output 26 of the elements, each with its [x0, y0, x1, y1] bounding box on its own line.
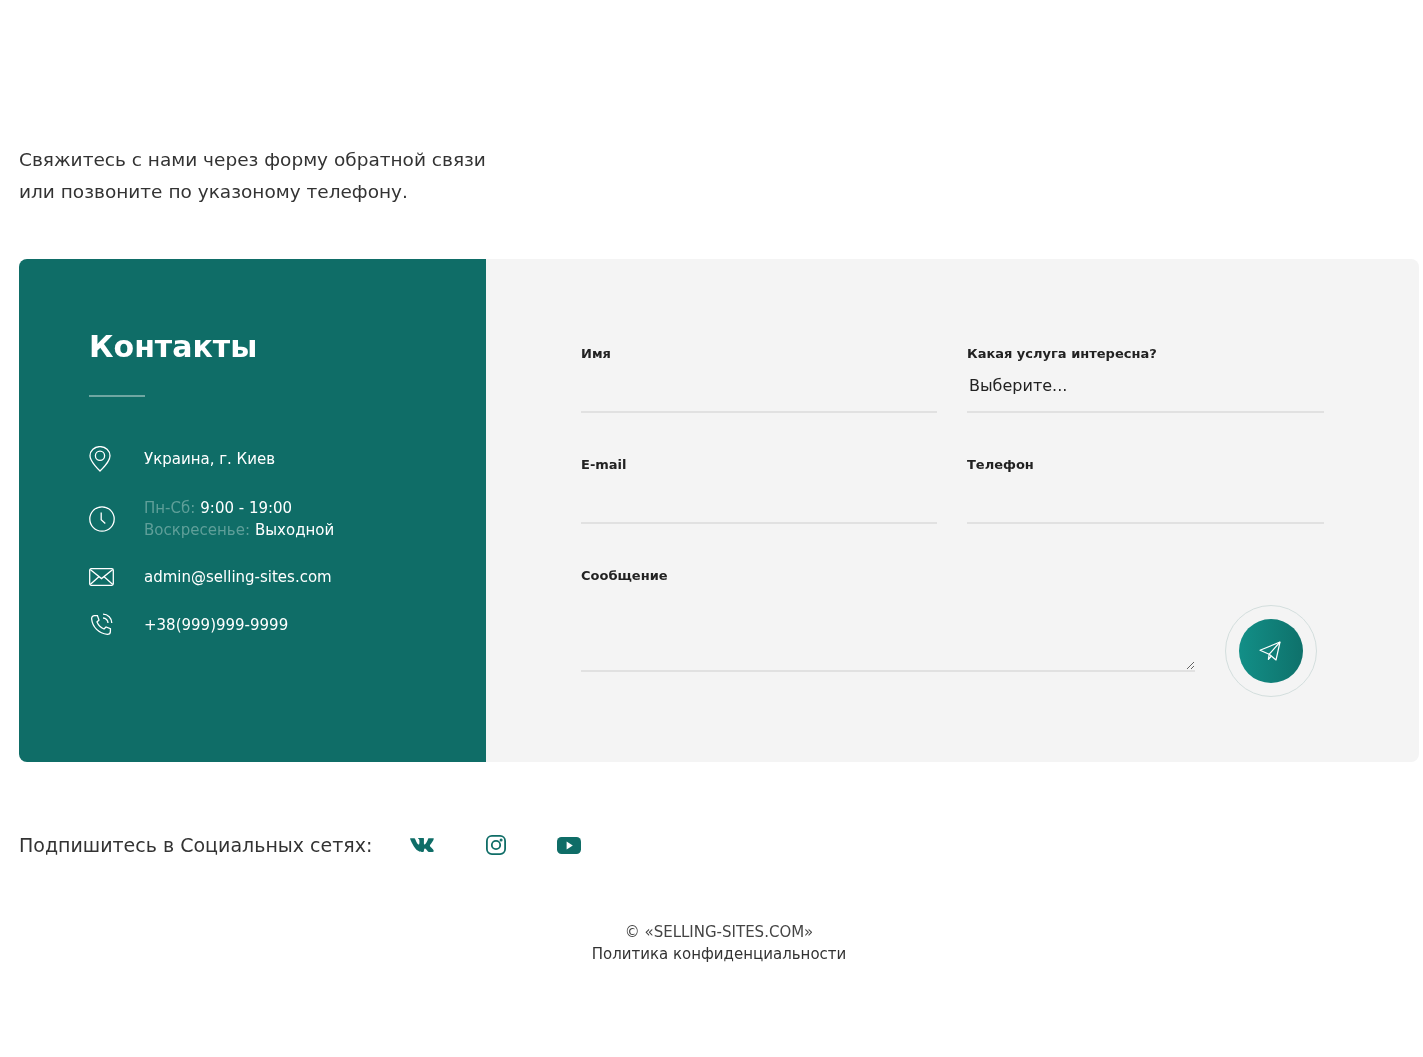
hours-value: 9:00 - 19:00: [200, 498, 293, 519]
vk-icon[interactable]: [410, 838, 435, 852]
address-text: Украина, г. Киев: [144, 449, 276, 470]
copyright-text: © «SELLING-SITES.COM»: [624, 922, 814, 943]
intro-text: Свяжитесь с нами через форму обратной связи или позвоните по указоному телефону.: [19, 148, 486, 204]
phone-icon: [89, 613, 113, 637]
field-label: Имя: [581, 346, 611, 362]
privacy-policy-link[interactable]: Политика конфиденциальности: [591, 943, 847, 965]
social-label: Подпишитесь в Социальных сетях:: [19, 833, 373, 857]
envelope-icon: [89, 568, 114, 586]
paper-plane-icon: [1259, 641, 1281, 661]
contacts-title: Контакты: [89, 329, 258, 365]
hours-label: Пн-Сб:: [144, 498, 196, 519]
field-label: E-mail: [581, 457, 627, 473]
phone-link[interactable]: +38(999)999-9999: [144, 614, 289, 636]
hours-value: Выходной: [254, 520, 335, 541]
map-pin-icon: [89, 446, 111, 472]
hours-label: Воскресенье:: [144, 520, 250, 541]
email-link[interactable]: admin@selling-sites.com: [144, 566, 332, 588]
field-label: Телефон: [967, 457, 1034, 473]
field-label: Сообщение: [581, 568, 668, 584]
field-label: Какая услуга интересна?: [967, 346, 1157, 362]
camera-icon[interactable]: [486, 835, 507, 855]
play-icon[interactable]: [557, 836, 582, 854]
select-field[interactable]: Выберите...: [967, 366, 1324, 413]
clock-icon: [89, 506, 115, 532]
